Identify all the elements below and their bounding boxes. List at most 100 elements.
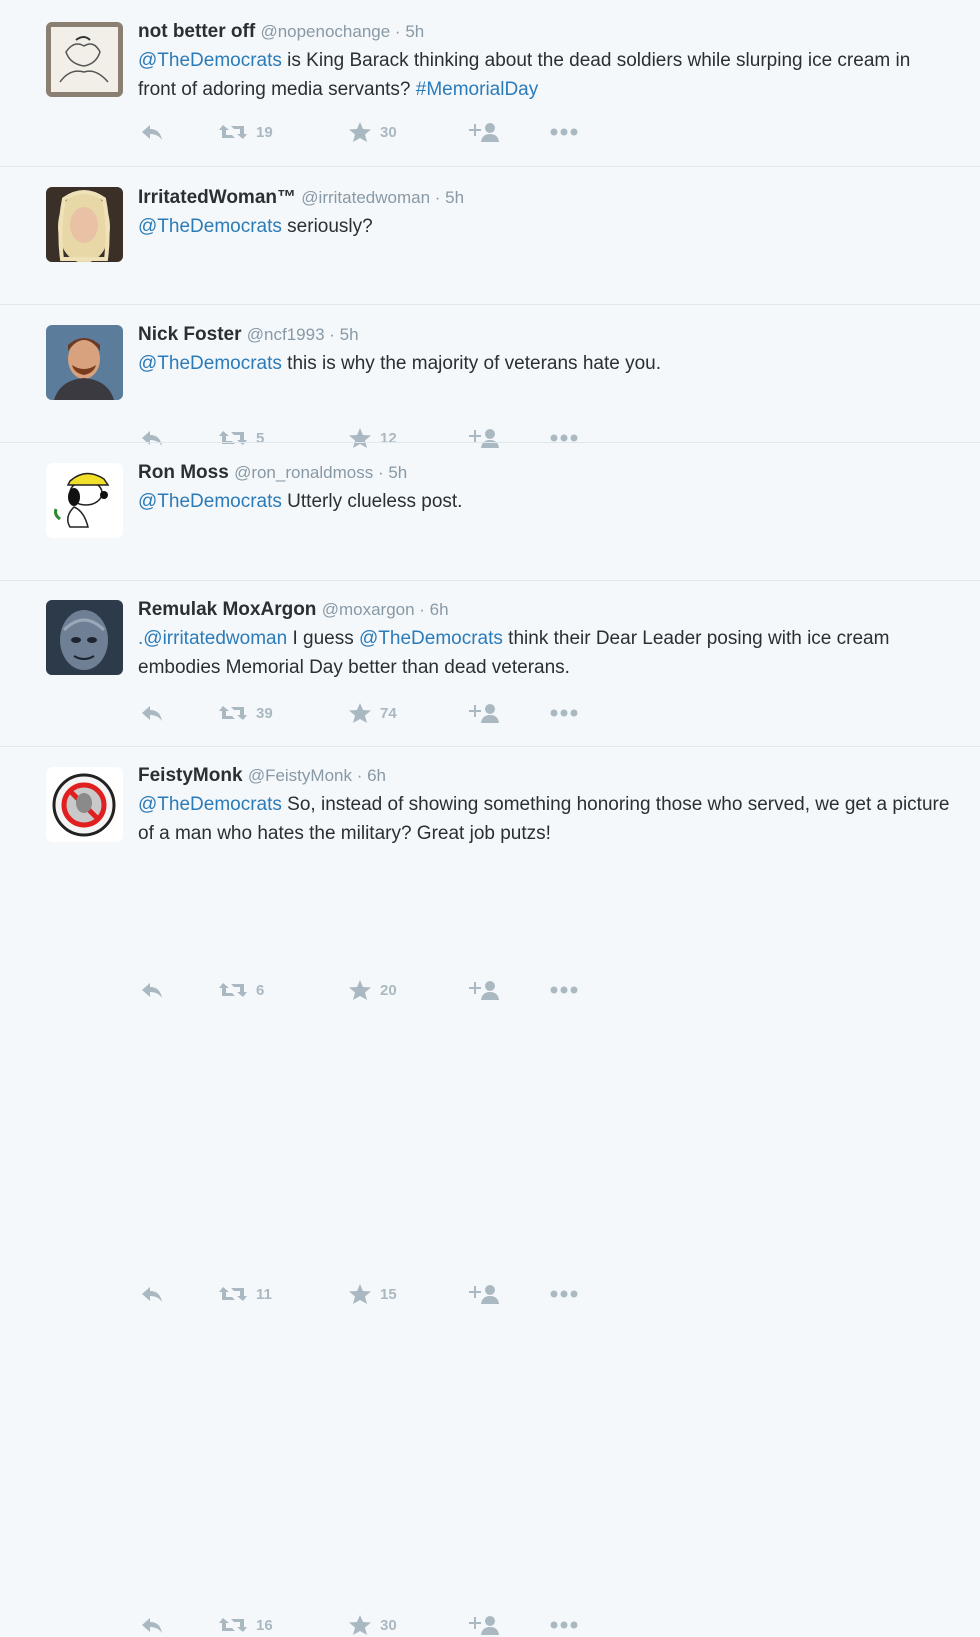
username[interactable]: @FeistyMonk bbox=[248, 766, 352, 785]
tweet[interactable]: Nick Foster @ncf1993 · 5h @TheDemocrats … bbox=[0, 305, 980, 723]
retweet-button[interactable]: 11 bbox=[218, 1282, 272, 1306]
follow-icon bbox=[466, 979, 500, 1001]
more-button[interactable] bbox=[550, 120, 578, 144]
reply-icon bbox=[140, 980, 164, 1000]
favorite-button[interactable]: 30 bbox=[348, 120, 397, 144]
timestamp[interactable]: 6h bbox=[367, 766, 386, 785]
retweet-count: 16 bbox=[256, 1616, 273, 1634]
tweet[interactable]: Ron Moss @ron_ronaldmoss · 5h @TheDemocr… bbox=[0, 443, 980, 1000]
tweet-text: @TheDemocrats is King Barack thinking ab… bbox=[138, 50, 911, 100]
separator: · bbox=[351, 766, 368, 785]
retweet-button[interactable]: 19 bbox=[218, 120, 273, 144]
more-button[interactable] bbox=[550, 1282, 578, 1306]
more-icon bbox=[550, 986, 578, 994]
display-name[interactable]: Nick Foster bbox=[138, 324, 241, 345]
tweet-text: @TheDemocrats So, instead of showing som… bbox=[138, 794, 950, 844]
username[interactable]: @irritatedwoman bbox=[301, 188, 430, 207]
favorite-count: 30 bbox=[380, 1616, 397, 1634]
username[interactable]: @ron_ronaldmoss bbox=[234, 463, 373, 482]
retweet-icon bbox=[218, 1284, 248, 1304]
follow-button[interactable] bbox=[466, 1613, 500, 1637]
star-icon bbox=[348, 1614, 372, 1636]
reply-button[interactable] bbox=[140, 120, 164, 144]
mention-link[interactable]: @TheDemocrats bbox=[138, 216, 282, 237]
mention-link[interactable]: @TheDemocrats bbox=[138, 491, 282, 512]
timeline: not better off @nopenochange · 5h @TheDe… bbox=[0, 0, 980, 1635]
reply-icon bbox=[140, 1615, 164, 1635]
more-button[interactable] bbox=[550, 1613, 578, 1637]
separator: · bbox=[430, 188, 446, 207]
avatar[interactable] bbox=[46, 325, 123, 400]
retweet-button[interactable]: 6 bbox=[218, 978, 264, 1002]
tweet[interactable]: Remulak MoxArgon @moxargon · 6h .@irrita… bbox=[0, 581, 980, 1304]
display-name[interactable]: not better off bbox=[138, 21, 255, 42]
retweet-icon bbox=[218, 980, 248, 1000]
follow-button[interactable] bbox=[466, 978, 500, 1002]
timestamp[interactable]: 5h bbox=[340, 325, 359, 344]
mention-link[interactable]: @TheDemocrats bbox=[138, 50, 282, 71]
username[interactable]: @moxargon bbox=[322, 600, 415, 619]
separator: · bbox=[373, 463, 389, 482]
username[interactable]: @ncf1993 bbox=[247, 325, 325, 344]
favorite-count: 30 bbox=[380, 123, 397, 141]
retweet-count: 19 bbox=[256, 123, 273, 141]
tweet-text: .@irritatedwoman I guess @TheDemocrats t… bbox=[138, 628, 890, 678]
avatar[interactable] bbox=[46, 22, 123, 97]
username[interactable]: @nopenochange bbox=[260, 22, 390, 41]
tweet-text: @TheDemocrats seriously? bbox=[138, 216, 373, 237]
avatar[interactable] bbox=[46, 463, 123, 538]
follow-icon bbox=[466, 1283, 500, 1305]
more-icon bbox=[550, 1621, 578, 1629]
retweet-icon bbox=[218, 1615, 248, 1635]
favorite-button[interactable]: 20 bbox=[348, 978, 397, 1002]
display-name[interactable]: IrritatedWoman™ bbox=[138, 187, 296, 208]
tweet-text: @TheDemocrats this is why the majority o… bbox=[138, 353, 662, 374]
tweet-actions: 16 30 bbox=[140, 1613, 600, 1637]
avatar[interactable] bbox=[46, 600, 123, 675]
star-icon bbox=[348, 121, 372, 143]
favorite-count: 20 bbox=[380, 981, 397, 999]
tweet[interactable]: IrritatedWoman™ @irritatedwoman · 5h @Th… bbox=[0, 167, 980, 448]
follow-button[interactable] bbox=[466, 120, 500, 144]
star-icon bbox=[348, 979, 372, 1001]
tweet[interactable]: not better off @nopenochange · 5h @TheDe… bbox=[0, 0, 980, 167]
favorite-button[interactable]: 15 bbox=[348, 1282, 397, 1306]
mention-link[interactable]: @TheDemocrats bbox=[138, 794, 282, 815]
timestamp[interactable]: 5h bbox=[405, 22, 424, 41]
hashtag-link[interactable]: #MemorialDay bbox=[416, 79, 538, 100]
follow-icon bbox=[466, 1614, 500, 1636]
more-icon bbox=[550, 1290, 578, 1298]
timestamp[interactable]: 6h bbox=[430, 600, 449, 619]
display-name[interactable]: Remulak MoxArgon bbox=[138, 599, 316, 620]
retweet-button[interactable]: 16 bbox=[218, 1613, 273, 1637]
display-name[interactable]: FeistyMonk bbox=[138, 765, 243, 786]
tweet-actions: 6 20 bbox=[140, 978, 600, 1002]
reply-button[interactable] bbox=[140, 978, 164, 1002]
mention-link[interactable]: @irritatedwoman bbox=[143, 628, 287, 649]
favorite-button[interactable]: 30 bbox=[348, 1613, 397, 1637]
retweet-count: 11 bbox=[256, 1285, 272, 1303]
more-icon bbox=[550, 128, 578, 136]
avatar[interactable] bbox=[46, 187, 123, 262]
tweet-actions: 19 30 bbox=[140, 120, 600, 144]
reply-icon bbox=[140, 1284, 164, 1304]
tweet-actions: 11 15 bbox=[140, 1282, 600, 1306]
favorite-count: 15 bbox=[380, 1285, 397, 1303]
star-icon bbox=[348, 1283, 372, 1305]
separator: · bbox=[324, 325, 340, 344]
follow-button[interactable] bbox=[466, 1282, 500, 1306]
reply-button[interactable] bbox=[140, 1282, 164, 1306]
retweet-icon bbox=[218, 122, 248, 142]
reply-button[interactable] bbox=[140, 1613, 164, 1637]
tweet[interactable]: FeistyMonk @FeistyMonk · 6h @TheDemocrat… bbox=[0, 747, 980, 1635]
more-button[interactable] bbox=[550, 978, 578, 1002]
mention-link[interactable]: @TheDemocrats bbox=[359, 628, 503, 649]
retweet-count: 6 bbox=[256, 981, 265, 999]
timestamp[interactable]: 5h bbox=[445, 188, 464, 207]
separator: · bbox=[414, 600, 430, 619]
reply-icon bbox=[140, 122, 164, 142]
timestamp[interactable]: 5h bbox=[388, 463, 407, 482]
mention-link[interactable]: @TheDemocrats bbox=[138, 353, 282, 374]
avatar[interactable] bbox=[46, 767, 123, 842]
display-name[interactable]: Ron Moss bbox=[138, 462, 229, 483]
